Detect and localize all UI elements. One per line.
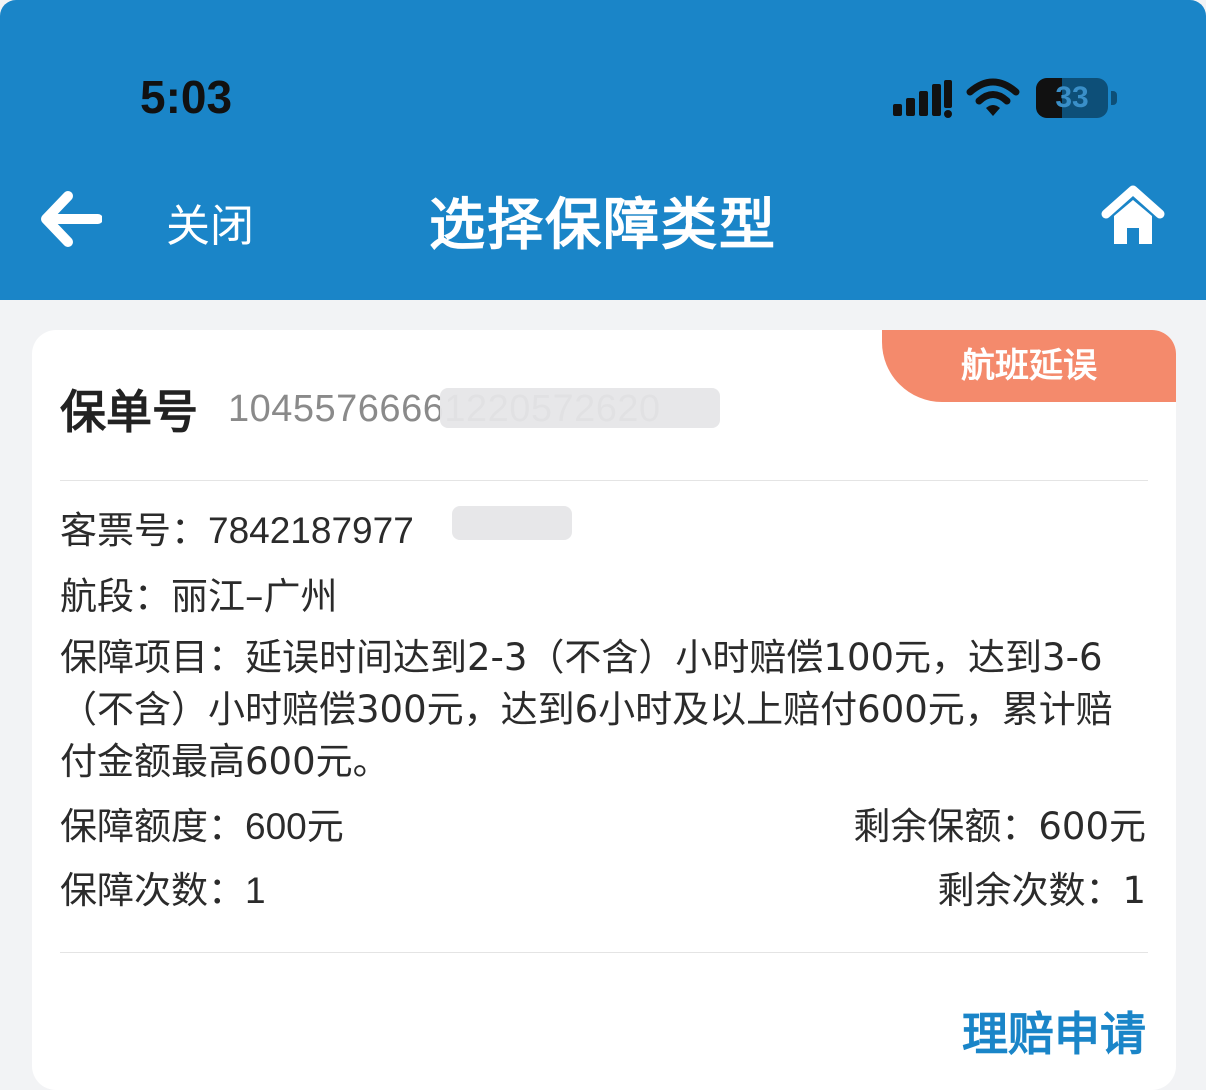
wifi-icon — [966, 78, 1020, 116]
top-app-bar: 5:03 33 关闭 选择保障类型 — [0, 0, 1206, 300]
remaining-times-value: 1 — [1122, 869, 1146, 912]
ticket-number: 7842187977 — [208, 510, 414, 551]
times-value: 1 — [245, 870, 266, 911]
limit-label: 保障额度： — [60, 805, 245, 848]
redaction-blur — [452, 506, 572, 540]
policy-card: 航班延误 保单号10455766661220572620 客票号：7842187… — [32, 330, 1176, 1090]
redaction-blur — [440, 388, 720, 428]
remaining-amount-value: 600元 — [1038, 805, 1146, 848]
limit-value: 600元 — [245, 806, 344, 847]
remaining-times-label: 剩余次数： — [937, 869, 1123, 912]
coverage-limit-row: 保障额度：600元 — [60, 796, 344, 850]
insurance-type-badge: 航班延误 — [882, 330, 1176, 402]
policy-label: 保单号 — [60, 385, 198, 439]
cellular-signal-icon — [893, 80, 952, 118]
status-time: 5:03 — [140, 71, 233, 123]
ticket-label: 客票号： — [60, 509, 208, 552]
battery-level: 33 — [1055, 81, 1089, 114]
remaining-amount-label: 剩余保额： — [853, 805, 1039, 848]
ticket-number-row: 客票号：7842187977 — [60, 500, 414, 554]
divider — [60, 480, 1148, 481]
route-row: 航段：丽江–广州 — [60, 566, 338, 620]
coverage-times-row: 保障次数：1 — [60, 860, 266, 914]
coverage-label: 保障项目： — [60, 636, 245, 679]
battery-icon: 33 — [1036, 78, 1120, 118]
remaining-amount-row: 剩余保额：600元 — [853, 796, 1146, 850]
remaining-times-row: 剩余次数：1 — [937, 860, 1146, 914]
divider — [60, 952, 1148, 953]
route-label: 航段： — [60, 575, 171, 618]
times-label: 保障次数： — [60, 869, 245, 912]
claim-application-link[interactable]: 理赔申请 — [962, 998, 1146, 1064]
home-icon[interactable] — [1100, 184, 1166, 248]
route-value: 丽江–广州 — [171, 575, 338, 618]
page-title: 选择保障类型 — [429, 193, 777, 258]
coverage-row: 保障项目：延误时间达到2-3（不含）小时赔偿100元，达到3-6（不含）小时赔偿… — [60, 632, 1140, 788]
